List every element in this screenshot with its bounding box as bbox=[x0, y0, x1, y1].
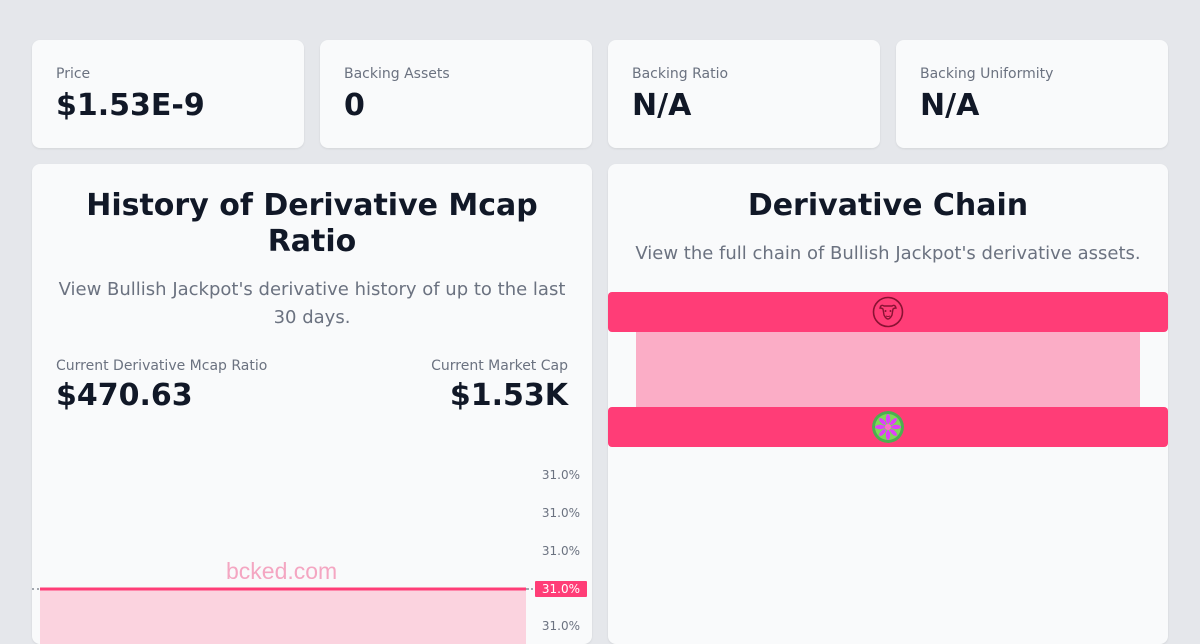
y-tick-label: 31.0% bbox=[541, 468, 580, 482]
stat-card-backing-uniformity: Backing Uniformity N/A bbox=[896, 40, 1168, 148]
ratio-chart bbox=[32, 587, 535, 644]
flower-token-icon bbox=[872, 411, 904, 443]
stat-label: Backing Ratio bbox=[632, 66, 729, 82]
history-subtitle: View Bullish Jackpot's derivative histor… bbox=[58, 279, 566, 328]
y-tick-label: 31.0% bbox=[541, 619, 580, 633]
stat-label: Price bbox=[56, 66, 91, 82]
y-tick-label: 31.0% bbox=[541, 506, 580, 520]
chain-title: Derivative Chain bbox=[747, 188, 1029, 223]
bull-token-icon bbox=[872, 296, 904, 328]
market-cap-value: $1.53K bbox=[449, 378, 568, 413]
stat-value: N/A bbox=[632, 88, 692, 123]
history-title: History of Derivative Mcap Ratio bbox=[86, 188, 538, 259]
chain-node-bullish-jackpot[interactable] bbox=[608, 292, 1168, 332]
chain-node-derivative[interactable] bbox=[608, 407, 1168, 447]
chain-subtitle: View the full chain of Bullish Jackpot's… bbox=[635, 243, 1141, 264]
current-value-badge: 31.0% bbox=[534, 581, 587, 597]
ratio-value: $470.63 bbox=[56, 378, 193, 413]
stat-value: N/A bbox=[920, 88, 980, 123]
stat-card-backing-ratio: Backing Ratio N/A bbox=[608, 40, 880, 148]
stat-label: Backing Assets bbox=[344, 66, 450, 82]
y-tick-label: 31.0% bbox=[541, 544, 580, 558]
stat-card-price: Price $1.53E-9 bbox=[32, 40, 304, 148]
stat-card-backing-assets: Backing Assets 0 bbox=[320, 40, 592, 148]
chain-link bbox=[636, 330, 1140, 408]
stat-value: $1.53E-9 bbox=[56, 88, 205, 123]
stat-value: 0 bbox=[344, 88, 365, 123]
ratio-label: Current Derivative Mcap Ratio bbox=[56, 358, 268, 374]
chain-panel: Derivative Chain View the full chain of … bbox=[608, 164, 1168, 644]
chart-area-fill bbox=[40, 589, 526, 644]
stat-label: Backing Uniformity bbox=[920, 66, 1054, 82]
market-cap-label: Current Market Cap bbox=[431, 358, 568, 374]
history-panel: History of Derivative Mcap Ratio View Bu… bbox=[32, 164, 592, 644]
